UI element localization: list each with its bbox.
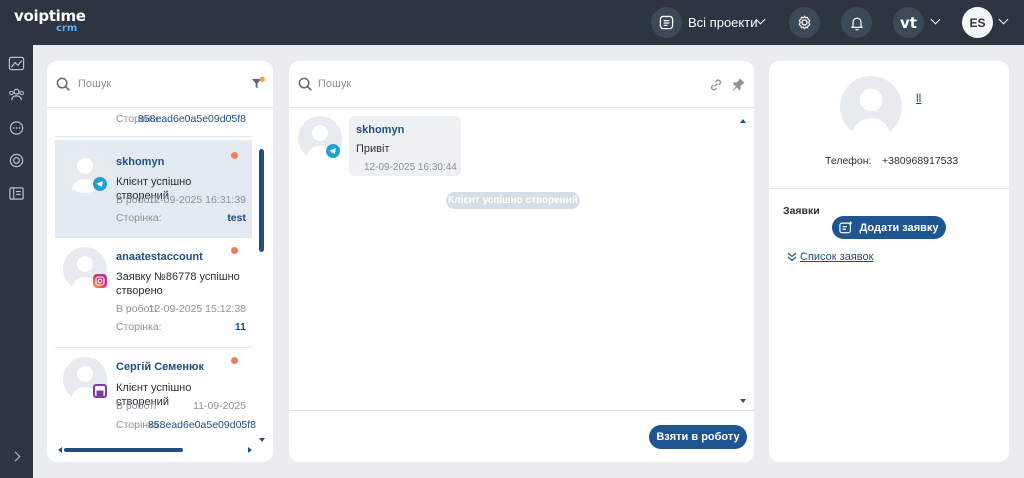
list-search-bar[interactable]: Пошук bbox=[47, 61, 273, 108]
message-text: Привіт bbox=[356, 143, 390, 155]
timestamp: 11-09-2025 bbox=[193, 400, 246, 412]
system-message: Клієнт успішно створений bbox=[446, 192, 580, 209]
conversation-list: Сторінка: 858ead6e0a5e09d05f8 skhomyn Клі… bbox=[47, 109, 263, 445]
contact-name: Сергій Семенюк bbox=[116, 361, 204, 373]
last-message: Заявку №86778 успішно створено bbox=[116, 271, 240, 297]
chat-panel: Пошук skhomyn Привіт 12-09-2025 16:30:44… bbox=[289, 61, 754, 462]
phone-value: +380968917533 bbox=[882, 155, 959, 167]
status-row: В роботі 12-09-2025 15:12:38 bbox=[116, 303, 246, 315]
tickets-icon[interactable] bbox=[8, 185, 25, 202]
logo-sub: crm bbox=[56, 23, 78, 34]
page-value: 11 bbox=[234, 321, 246, 333]
status-label: В роботі bbox=[116, 400, 157, 412]
divider bbox=[55, 237, 252, 238]
page-value: 858ead6e0a5e09d05f8 bbox=[137, 113, 246, 125]
page-field: Сторінка: 11 bbox=[116, 321, 246, 333]
divider bbox=[289, 410, 754, 411]
user-avatar[interactable]: ES bbox=[962, 7, 993, 38]
list-item[interactable]: anaatestaccount Заявку №86778 успішно ст… bbox=[55, 239, 252, 345]
vertical-scrollbar[interactable] bbox=[259, 149, 264, 252]
expand-sidebar-chevron-right-icon[interactable] bbox=[10, 451, 21, 462]
projects-selector[interactable]: Всі проекти bbox=[688, 15, 757, 30]
page-field: Сторінка: 858ead6e0a5e09d05f8 bbox=[116, 113, 246, 125]
take-to-work-button[interactable]: Взяти в роботу bbox=[649, 425, 747, 449]
telegram-icon bbox=[326, 144, 340, 158]
divider bbox=[55, 347, 252, 348]
account-initials: vt bbox=[900, 13, 917, 32]
timestamp: 12-09-2025 15:12:38 bbox=[148, 303, 247, 315]
page-field: Сторінка: test bbox=[116, 212, 246, 224]
contact-info-panel: ll Телефон: +380968917533 Заявки Додати … bbox=[769, 61, 1009, 462]
request-list-link[interactable]: Список заявок bbox=[800, 251, 873, 263]
list-item[interactable]: Сторінка: 858ead6e0a5e09d05f8 bbox=[55, 109, 252, 136]
contact-name: anaatestaccount bbox=[116, 251, 203, 263]
scroll-down-icon[interactable] bbox=[259, 437, 265, 443]
instagram-icon bbox=[93, 274, 107, 288]
divider bbox=[55, 136, 252, 137]
message-time: 12-09-2025 16:30:44 bbox=[364, 162, 457, 173]
settings-gear-icon[interactable] bbox=[789, 7, 820, 38]
add-request-label: Додати заявку bbox=[859, 221, 939, 234]
page-field: Сторінка: 858ead6e0a5e09d05f8 bbox=[116, 419, 256, 431]
scroll-left-icon[interactable] bbox=[57, 447, 63, 453]
conversation-list-panel: Пошук Сторінка: 858ead6e0a5e09d05f8 skhom… bbox=[47, 61, 273, 462]
unread-dot bbox=[231, 247, 238, 254]
app-logo[interactable]: voiptime crm bbox=[14, 7, 86, 34]
telegram-icon bbox=[93, 177, 107, 191]
phone-label: Телефон: bbox=[825, 155, 872, 167]
add-request-button[interactable]: Додати заявку bbox=[832, 216, 946, 239]
user-chevron-down-icon[interactable] bbox=[998, 14, 1009, 25]
timestamp: 12-09-2025 16:31:39 bbox=[148, 194, 247, 206]
add-note-icon bbox=[839, 221, 853, 234]
chat-icon[interactable] bbox=[8, 120, 25, 137]
search-icon bbox=[56, 77, 70, 91]
link-icon[interactable] bbox=[709, 78, 723, 92]
dashboard-icon[interactable] bbox=[8, 55, 25, 72]
left-sidebar bbox=[0, 45, 33, 478]
status-row: В роботі 11-09-2025 bbox=[116, 400, 246, 412]
horizontal-scrollbar[interactable] bbox=[64, 448, 183, 452]
top-bar: voiptime crm Всі проекти vt ES bbox=[0, 0, 1024, 45]
list-search-input[interactable]: Пошук bbox=[78, 78, 111, 90]
page-value: 858ead6e0a5e09d05f8 bbox=[147, 419, 256, 431]
message-sender: skhomyn bbox=[356, 124, 405, 136]
double-chevron-down-icon[interactable] bbox=[787, 252, 797, 262]
contact-name: skhomyn bbox=[116, 156, 165, 168]
scroll-right-icon[interactable] bbox=[247, 447, 253, 453]
contact-name-link[interactable]: ll bbox=[916, 91, 921, 105]
filter-icon[interactable] bbox=[250, 76, 265, 91]
list-item[interactable]: skhomyn Клієнт успішно створений В робот… bbox=[55, 140, 252, 237]
chat-search-input[interactable]: Пошук bbox=[318, 78, 351, 90]
chat-search-bar[interactable]: Пошук bbox=[289, 61, 754, 108]
contact-avatar bbox=[840, 76, 902, 138]
page-label: Сторінка: bbox=[116, 212, 162, 224]
page-value: test bbox=[227, 212, 246, 224]
page-label: Сторінка: bbox=[116, 321, 162, 333]
unread-dot bbox=[231, 357, 238, 364]
users-icon[interactable] bbox=[8, 86, 25, 103]
viber-icon bbox=[93, 384, 107, 398]
status-row: В роботі 12-09-2025 16:31:39 bbox=[116, 194, 246, 206]
list-item[interactable]: Сергій Семенюк Клієнт успішно створений … bbox=[55, 349, 256, 445]
unread-dot bbox=[231, 152, 238, 159]
search-icon bbox=[298, 77, 312, 91]
scroll-up-icon[interactable] bbox=[740, 118, 746, 124]
divider bbox=[769, 188, 1009, 189]
projects-icon[interactable] bbox=[651, 7, 682, 38]
requests-label: Заявки bbox=[783, 205, 820, 217]
account-chevron-down-icon[interactable] bbox=[930, 14, 941, 25]
notifications-bell-icon[interactable] bbox=[841, 7, 872, 38]
pin-icon[interactable] bbox=[731, 77, 746, 92]
message-bubble: skhomyn Привіт 12-09-2025 16:30:44 bbox=[349, 116, 461, 176]
support-icon[interactable] bbox=[8, 152, 25, 169]
scroll-down-icon[interactable] bbox=[740, 398, 746, 404]
account-switcher[interactable]: vt bbox=[893, 7, 924, 38]
